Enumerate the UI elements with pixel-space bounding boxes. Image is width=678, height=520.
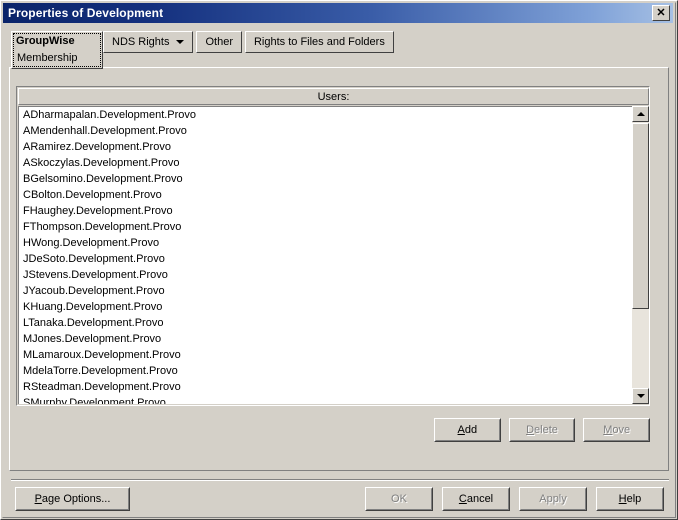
title-bar[interactable]: Properties of Development ✕ — [3, 3, 673, 23]
list-item[interactable]: LTanaka.Development.Provo — [19, 315, 632, 331]
list-item[interactable]: KHuang.Development.Provo — [19, 299, 632, 315]
tab-nds-rights[interactable]: NDS Rights — [103, 31, 194, 53]
list-item[interactable]: RSteadman.Development.Provo — [19, 379, 632, 395]
move-button-label: Move — [584, 419, 650, 441]
list-item[interactable]: AMendenhall.Development.Provo — [19, 123, 632, 139]
list-item[interactable]: ARamirez.Development.Provo — [19, 139, 632, 155]
page-options-button[interactable]: Page Options... — [15, 487, 130, 511]
scrollbar-thumb[interactable] — [632, 123, 649, 309]
list-item[interactable]: BGelsomino.Development.Provo — [19, 171, 632, 187]
caret-down-icon — [636, 394, 645, 398]
list-item[interactable]: MLamaroux.Development.Provo — [19, 347, 632, 363]
content-panel: Users: ADharmapalan.Development.Provo AMe… — [9, 67, 669, 471]
ok-button: OK — [365, 487, 433, 511]
tab-groupwise-header: GroupWise — [16, 35, 75, 47]
list-item[interactable]: HWong.Development.Provo — [19, 235, 632, 251]
list-item[interactable]: ASkoczylas.Development.Provo — [19, 155, 632, 171]
tab-rights-to-files-and-folders-label: Rights to Files and Folders — [253, 36, 385, 48]
list-item[interactable]: FThompson.Development.Provo — [19, 219, 632, 235]
close-button[interactable]: ✕ — [652, 5, 670, 21]
list-item[interactable]: CBolton.Development.Provo — [19, 187, 632, 203]
dialog-window: Properties of Development ✕ NDS Rights O… — [0, 0, 678, 520]
list-item[interactable]: JStevens.Development.Provo — [19, 267, 632, 283]
close-icon: ✕ — [656, 6, 666, 19]
users-list[interactable]: ADharmapalan.Development.Provo AMendenhal… — [18, 106, 632, 404]
page-options-button-label: Page Options... — [16, 488, 129, 510]
tab-rights-to-files-and-folders[interactable]: Rights to Files and Folders — [244, 31, 394, 53]
list-action-buttons: Add Delete Move — [434, 418, 651, 442]
bottom-bar: Page Options... OK Cancel Apply Help — [1, 487, 678, 515]
window-title: Properties of Development — [8, 6, 164, 20]
list-item[interactable]: ADharmapalan.Development.Provo — [19, 107, 632, 123]
help-button[interactable]: Help — [596, 487, 664, 511]
add-button[interactable]: Add — [434, 418, 501, 442]
users-list-scrollbar[interactable] — [632, 106, 649, 404]
users-list-group: Users: ADharmapalan.Development.Provo AMe… — [16, 86, 650, 406]
apply-button-label: Apply — [520, 488, 586, 510]
tab-strip: NDS Rights Other Rights to Files and Fol… — [11, 31, 667, 57]
list-item[interactable]: MdelaTorre.Development.Provo — [19, 363, 632, 379]
move-button: Move — [583, 418, 651, 442]
add-button-label: Add — [435, 419, 500, 441]
tab-other[interactable]: Other — [196, 31, 242, 53]
scroll-down-button[interactable] — [632, 388, 649, 404]
ok-button-label: OK — [366, 488, 432, 510]
tab-nds-rights-label: NDS Rights — [112, 36, 170, 48]
list-item[interactable]: FHaughey.Development.Provo — [19, 203, 632, 219]
tab-groupwise[interactable]: GroupWise Membership — [11, 31, 103, 69]
delete-button: Delete — [508, 418, 576, 442]
users-list-header[interactable]: Users: — [18, 88, 649, 105]
chevron-down-icon — [176, 40, 185, 44]
dialog-buttons: OK Cancel Apply Help — [365, 487, 664, 511]
list-item[interactable]: JYacoub.Development.Provo — [19, 283, 632, 299]
caret-up-icon — [636, 112, 645, 116]
cancel-button[interactable]: Cancel — [442, 487, 510, 511]
scroll-up-button[interactable] — [632, 106, 649, 122]
cancel-button-label: Cancel — [443, 488, 509, 510]
list-item[interactable]: JDeSoto.Development.Provo — [19, 251, 632, 267]
list-item[interactable]: SMurphy.Development.Provo — [19, 395, 632, 404]
list-item[interactable]: MJones.Development.Provo — [19, 331, 632, 347]
bottom-divider — [11, 479, 669, 481]
tab-groupwise-sublabel: Membership — [17, 52, 78, 64]
tab-groupwise-label: GroupWise — [16, 35, 75, 47]
delete-button-label: Delete — [509, 419, 575, 441]
tab-other-label: Other — [205, 36, 233, 48]
apply-button: Apply — [519, 487, 587, 511]
help-button-label: Help — [597, 488, 663, 510]
users-list-header-label: Users: — [317, 90, 350, 103]
